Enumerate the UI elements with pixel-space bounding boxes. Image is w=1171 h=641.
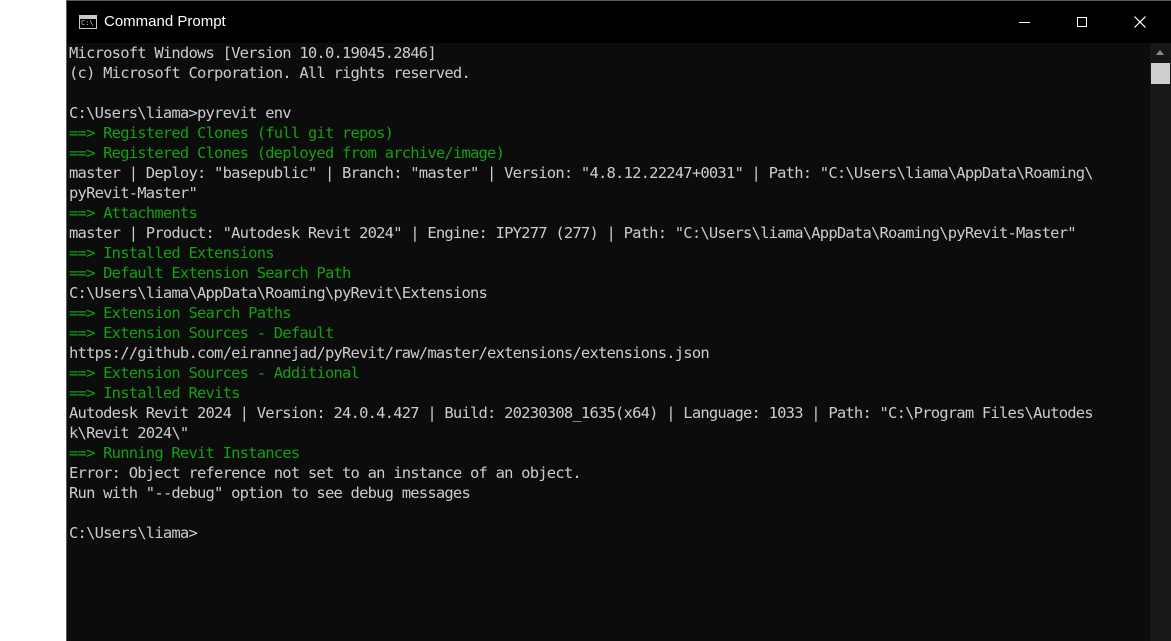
console-line: C:\Users\liama>pyrevit env — [69, 104, 292, 122]
console-line: master | Deploy: "basepublic" | Branch: … — [69, 164, 1094, 182]
command-prompt-window: C:\ Command Prompt Microsoft Windows [Ve… — [66, 0, 1171, 641]
console-line: Error: Object reference not set to an in… — [69, 464, 582, 482]
console-line: Run with "--debug" option to see debug m… — [69, 484, 471, 502]
console-line: k\Revit 2024\" — [69, 424, 189, 442]
maximize-button[interactable] — [1053, 1, 1111, 43]
console-line: pyRevit-Master" — [69, 184, 198, 202]
console-line: ==> Default Extension Search Path — [69, 264, 351, 282]
desktop-background — [0, 0, 66, 641]
console-line: (c) Microsoft Corporation. All rights re… — [69, 64, 471, 82]
console-line: master | Product: "Autodesk Revit 2024" … — [69, 224, 1077, 242]
minimize-icon — [1018, 21, 1030, 23]
close-button[interactable] — [1111, 1, 1169, 43]
console-line: C:\Users\liama\AppData\Roaming\pyRevit\E… — [69, 284, 488, 302]
console-line: ==> Extension Search Paths — [69, 304, 292, 322]
minimize-button[interactable] — [995, 1, 1053, 43]
console-line: Autodesk Revit 2024 | Version: 24.0.4.42… — [69, 404, 1094, 422]
scrollbar-thumb[interactable] — [1151, 63, 1170, 84]
maximize-icon — [1077, 17, 1087, 27]
title-bar[interactable]: C:\ Command Prompt — [67, 1, 1171, 43]
scroll-up-arrow-icon[interactable] — [1156, 50, 1164, 55]
console-line: https://github.com/eirannejad/pyRevit/ra… — [69, 344, 710, 362]
console-line: ==> Registered Clones (full git repos) — [69, 124, 394, 142]
console-line: Microsoft Windows [Version 10.0.19045.28… — [69, 44, 437, 62]
vertical-scrollbar[interactable] — [1150, 43, 1171, 641]
window-title: Command Prompt — [104, 13, 226, 30]
console-line: ==> Attachments — [69, 204, 198, 222]
console-line: ==> Registered Clones (deployed from arc… — [69, 144, 505, 162]
console-line: ==> Extension Sources - Additional — [69, 364, 360, 382]
console-line: ==> Installed Extensions — [69, 244, 275, 262]
console-line: ==> Extension Sources - Default — [69, 324, 334, 342]
console-output[interactable]: Microsoft Windows [Version 10.0.19045.28… — [69, 43, 1149, 641]
console-line: ==> Running Revit Instances — [69, 444, 300, 462]
console-line: ==> Installed Revits — [69, 384, 240, 402]
close-icon — [1134, 16, 1146, 28]
command-prompt-icon: C:\ — [79, 15, 97, 29]
console-line: C:\Users\liama> — [69, 524, 198, 542]
